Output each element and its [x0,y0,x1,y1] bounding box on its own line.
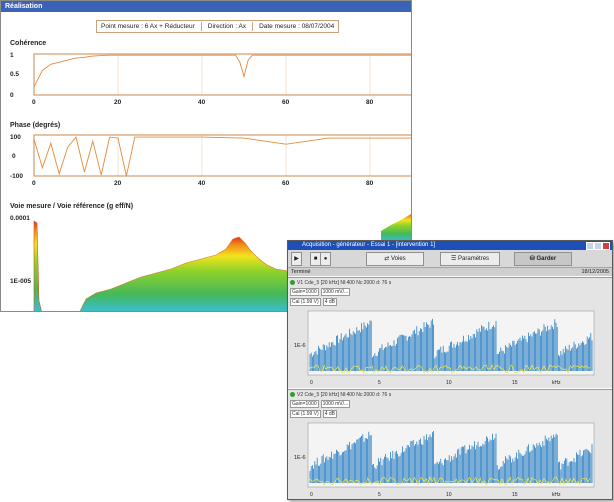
channel-1-gain[interactable]: Gain=1000 [290,288,319,296]
channel-2-cal[interactable]: Cal (1.99 V) [290,410,321,418]
channel-1-xtick: 0 [310,380,313,386]
channel-1-cal-db[interactable]: 4 dB [322,298,337,306]
phase-plot: 100 0 -100 0 20 40 60 80 [10,134,411,187]
coh-xtick: 80 [366,99,374,106]
channel-2-gain-row: Gain=1000 1000 mV/... [290,400,352,408]
channel-1-cal[interactable]: Cal (1.99 V) [290,298,321,306]
record-icon[interactable]: ● [320,252,331,266]
coherence-frame [33,53,411,96]
channel-2-xtick: 5 [378,492,381,498]
parametres-icon: ☰ [450,256,459,262]
channel-2-cal-row: Cal (1.99 V) 4 dB [290,410,339,418]
phase-title: Phase (degrés) [10,122,60,129]
voies-icon: ⇄ [384,256,391,262]
fft-ytick: 1E-005 [10,278,31,285]
channel-2-spectrum-chart: 1E-6 0 5 10 15 kHz [294,422,595,498]
phase-ytick: 100 [10,134,21,141]
channel-1-ylabel: 1E-6 [294,343,306,349]
status-text: Terminé [291,269,311,275]
channel-2-range[interactable]: 1000 mV/... [320,400,351,408]
channel-1-xtick: 15 [512,380,518,386]
coherence-title: Cohérence [10,40,46,47]
coherence-plot: 1 0.5 0 0 20 40 60 80 [10,52,411,106]
coh-xtick: 60 [282,99,290,106]
channel-1-spectrum-chart: 1E-6 0 5 10 15 kHz [294,310,595,386]
channel-status-icon [290,280,295,286]
parametres-label: Paramètres [458,256,490,262]
phase-series-line [33,136,411,177]
fft-spectrum-area [381,214,411,241]
play-icon[interactable]: ▶ [291,252,302,266]
garder-icon: ⛁ [529,256,537,262]
phase-xtick: 60 [282,180,290,187]
fft-title: Voie mesure / Voie référence (g eff/N) [10,203,133,210]
phase-ytick: 0 [12,153,16,160]
coherence-series-line [33,54,411,88]
acquisition-titlebar: Acquisition - générateur - Essai 1 - [in… [288,241,612,250]
acquisition-window: Acquisition - générateur - Essai 1 - [in… [287,240,613,500]
maximize-icon[interactable] [594,242,602,250]
channel-2-xtick: 0 [310,492,313,498]
channel-1-xtick: 10 [446,380,452,386]
channel-2-ylabel: 1E-6 [294,455,306,461]
channel-2-xtick: kHz [552,492,561,498]
channel-2-gain[interactable]: Gain=1000 [290,400,319,408]
phase-xtick: 20 [114,180,122,187]
phase-xtick: 80 [366,180,374,187]
channel-panel-2: V2 Cde_5 [20 kHz] Nl:400 Nc:2000 d: 76 s… [288,389,612,499]
parametres-button[interactable]: ☰ Paramètres [440,252,500,266]
channel-2-cal-db[interactable]: 4 dB [322,410,337,418]
channel-1-range[interactable]: 1000 mV/... [320,288,351,296]
acquisition-status-bar: Terminé 18/12/2005 [288,268,612,276]
channel-1-cal-row: Cal (1.99 V) 4 dB [290,298,339,306]
channel-2-header-text: V2 Cde_5 [20 kHz] Nl:400 Nc:2000 d: 76 s [297,392,392,398]
phase-xtick: 0 [32,180,36,187]
coh-ytick: 0.5 [10,71,19,78]
channel-2-xtick: 10 [446,492,452,498]
fft-spectrum-area [79,236,289,311]
coh-xtick: 0 [32,99,36,106]
channel-panel-1: V1 Cde_5 [20 kHz] Nl:400 Nc:2000 d: 76 s… [288,277,612,388]
coh-ytick: 0 [10,92,14,99]
minimize-icon[interactable] [586,242,594,250]
voies-label: Voies [391,256,406,262]
close-icon[interactable] [602,242,610,250]
channel-2-xtick: 15 [512,492,518,498]
channel-1-xtick: 5 [378,380,381,386]
garder-button[interactable]: ⛁ Garder [514,252,572,266]
channel-1-header: V1 Cde_5 [20 kHz] Nl:400 Nc:2000 d: 76 s [290,280,391,286]
channel-status-icon [290,392,295,398]
channel-1-header-text: V1 Cde_5 [20 kHz] Nl:400 Nc:2000 d: 76 s [297,280,392,286]
coh-xtick: 20 [114,99,122,106]
garder-label: Garder [536,256,557,262]
channel-1-xtick: kHz [552,380,561,386]
channel-1-gain-row: Gain=1000 1000 mV/... [290,288,352,296]
phase-frame [33,134,411,177]
coh-ytick: 1 [10,52,14,59]
phase-ytick: -100 [10,173,23,180]
fft-spectrum-area [33,220,42,311]
channel-2-header: V2 Cde_5 [20 kHz] Nl:400 Nc:2000 d: 76 s [290,392,391,398]
acquisition-toolbar: ▶ ■ ● ⇄ Voies ☰ Paramètres ⛁ Garder [288,250,612,268]
phase-xtick: 40 [198,180,206,187]
coh-xtick: 40 [198,99,206,106]
status-date: 18/12/2005 [581,269,609,275]
fft-ytick: 0.0001 [10,215,30,222]
voies-button[interactable]: ⇄ Voies [366,252,424,266]
acquisition-title: Acquisition - générateur - Essai 1 - [in… [302,242,436,248]
